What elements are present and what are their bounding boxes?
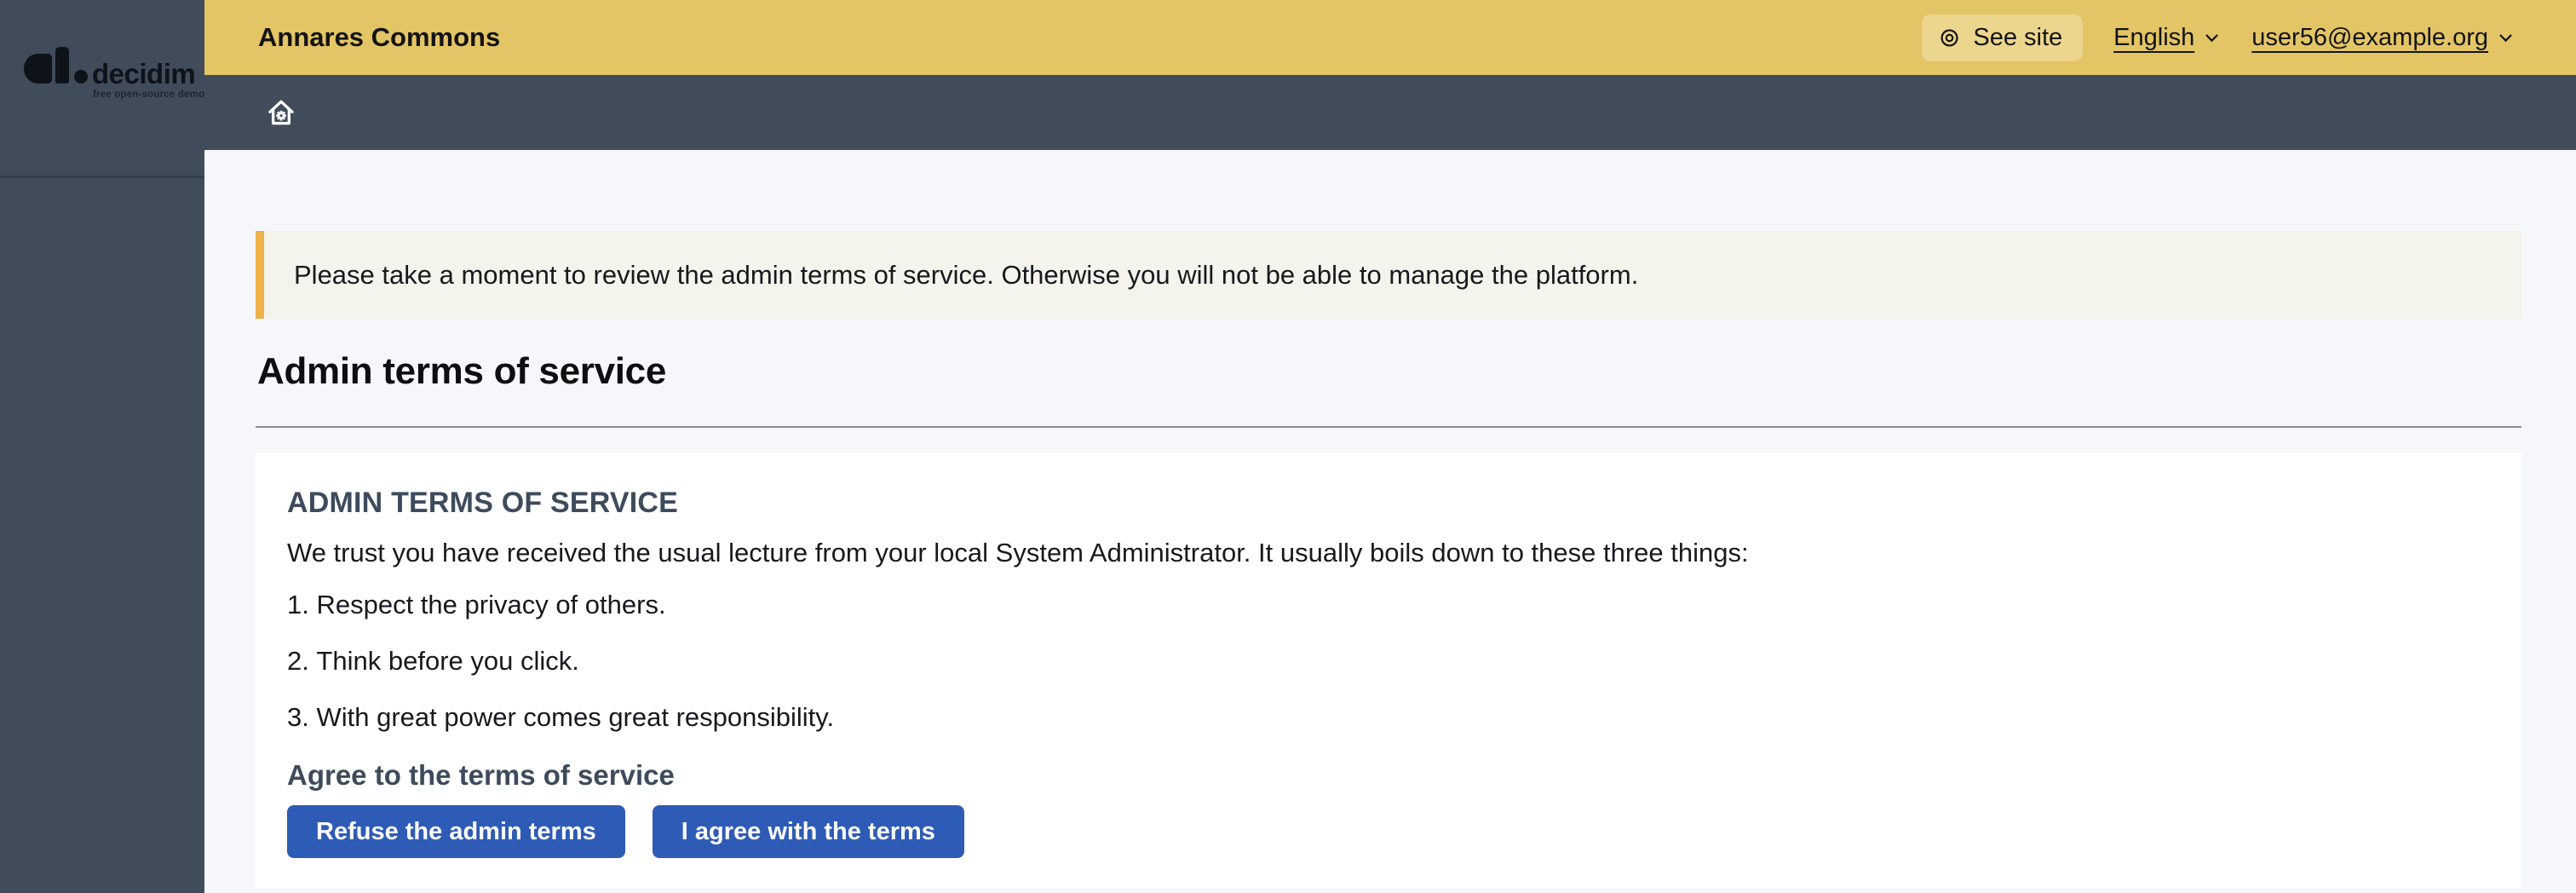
agree-terms-button[interactable]: I agree with the terms: [653, 805, 964, 858]
tos-card: ADMIN TERMS OF SERVICE We trust you have…: [256, 452, 2521, 889]
agree-section-heading: Agree to the terms of service: [287, 759, 2487, 792]
user-email: user56@example.org: [2251, 24, 2488, 52]
main-content: Please take a moment to review the admin…: [204, 150, 2576, 893]
tos-card-heading: ADMIN TERMS OF SERVICE: [287, 487, 2487, 520]
language-label: English: [2113, 24, 2194, 52]
home-button[interactable]: [262, 94, 300, 131]
tos-list: Respect the privacy of others. Think bef…: [287, 591, 2487, 732]
tos-list-item: Respect the privacy of others.: [287, 591, 2487, 619]
eye-icon: [1939, 27, 1960, 49]
decidim-logo-mark-bowl: [24, 54, 52, 84]
sidebar-divider: [0, 176, 204, 178]
topbar-right-group: See site English user56@example.org: [1922, 14, 2515, 61]
user-menu[interactable]: user56@example.org: [2251, 24, 2515, 52]
decidim-logo[interactable]: decidim free open-source democracy: [24, 47, 186, 94]
site-name: Annares Commons: [258, 22, 500, 53]
see-site-label: See site: [1973, 24, 2062, 52]
title-divider: [256, 426, 2521, 428]
tos-actions: Refuse the admin terms I agree with the …: [287, 805, 2487, 858]
admin-topbar: Annares Commons See site English user56@…: [204, 0, 2576, 75]
tos-list-item: With great power comes great responsibil…: [287, 703, 2487, 732]
tos-warning-message: Please take a moment to review the admin…: [294, 260, 1638, 291]
home-gear-icon: [264, 95, 298, 130]
breadcrumb-bar: [204, 75, 2576, 150]
decidim-logo-mark-bar: [55, 47, 69, 84]
decidim-logo-wordmark: decidim: [92, 58, 195, 90]
chevron-down-icon: [2203, 29, 2221, 47]
tos-warning-callout: Please take a moment to review the admin…: [256, 231, 2521, 319]
admin-sidebar: decidim free open-source democracy: [0, 0, 204, 893]
chevron-down-icon: [2497, 29, 2515, 47]
tos-intro-text: We trust you have received the usual lec…: [287, 538, 2487, 568]
see-site-button[interactable]: See site: [1922, 14, 2083, 61]
refuse-terms-button[interactable]: Refuse the admin terms: [287, 805, 625, 858]
language-selector[interactable]: English: [2113, 24, 2221, 52]
tos-list-item: Think before you click.: [287, 647, 2487, 676]
decidim-logo-mark-dot: [74, 70, 88, 84]
page-title: Admin terms of service: [257, 350, 2521, 393]
